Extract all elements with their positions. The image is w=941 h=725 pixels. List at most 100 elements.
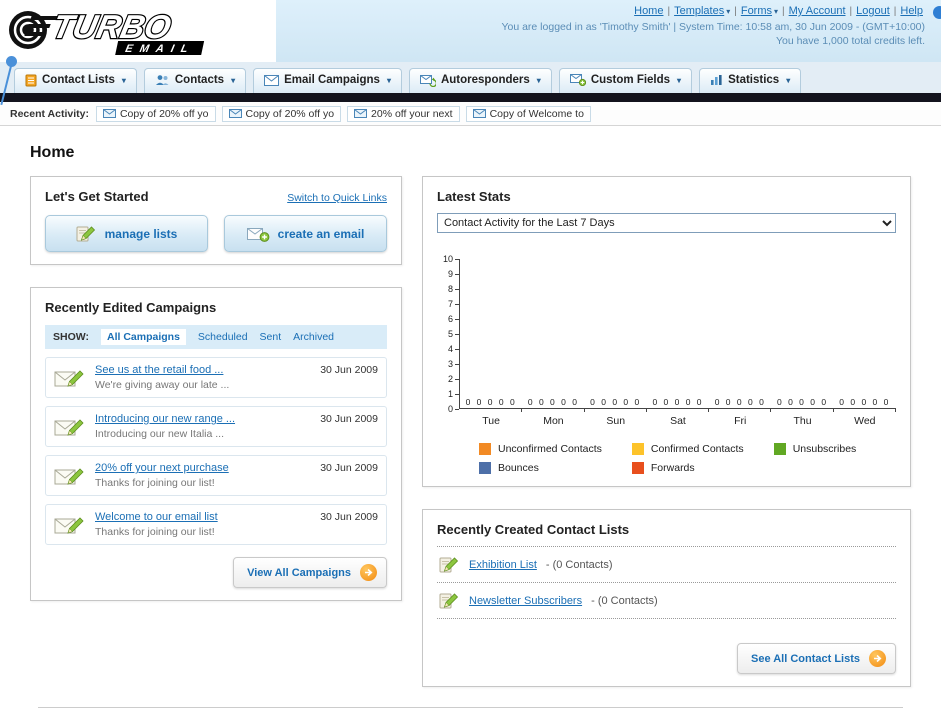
top-nav-templates[interactable]: Templates ▾ bbox=[674, 5, 730, 17]
filter-archived[interactable]: Archived bbox=[293, 331, 334, 343]
get-started-title: Let's Get Started bbox=[45, 189, 149, 204]
envelope-icon bbox=[472, 109, 486, 118]
login-info: You are logged in as 'Timothy Smith' | S… bbox=[501, 21, 925, 33]
recent-activity-item[interactable]: Copy of 20% off yo bbox=[95, 105, 216, 122]
top-nav-home[interactable]: Home bbox=[634, 5, 663, 17]
recent-activity-item[interactable]: Copy of Welcome to bbox=[465, 105, 591, 122]
campaign-subtitle: Introducing our new Italia ... bbox=[95, 428, 224, 440]
chevron-down-icon: ▾ bbox=[121, 75, 126, 85]
legend-label: Confirmed Contacts bbox=[650, 443, 744, 455]
recent-activity-label: Recent Activity: bbox=[10, 107, 89, 120]
campaign-title-link[interactable]: Welcome to our email list bbox=[95, 511, 311, 523]
legend-item: Bounces bbox=[479, 462, 602, 474]
chart-zero-values: 0 0 0 0 0 bbox=[714, 397, 766, 407]
chevron-down-icon: ▾ bbox=[726, 7, 731, 16]
decorative-corner-dot bbox=[933, 6, 941, 19]
y-axis-label: 6 bbox=[447, 314, 453, 324]
chart-zero-values: 0 0 0 0 0 bbox=[465, 397, 517, 407]
top-nav-forms[interactable]: Forms ▾ bbox=[741, 5, 778, 17]
chevron-down-icon: ▾ bbox=[386, 75, 391, 85]
recent-activity-item-label: Copy of 20% off yo bbox=[119, 107, 209, 120]
campaign-item-body: See us at the retail food ... We're givin… bbox=[95, 364, 311, 391]
latest-stats-panel: Latest Stats Contact Activity for the La… bbox=[422, 176, 911, 487]
view-all-campaigns-button[interactable]: View All Campaigns bbox=[233, 557, 387, 588]
filter-all-campaigns[interactable]: All Campaigns bbox=[100, 329, 186, 345]
top-nav-help[interactable]: Help bbox=[900, 5, 923, 17]
recent-activity-item-label: Copy of 20% off yo bbox=[245, 107, 335, 120]
y-axis-label: 0 bbox=[447, 404, 453, 414]
y-axis-label: 9 bbox=[447, 269, 453, 279]
chart-day-group: 0 0 0 0 0 bbox=[647, 259, 709, 408]
nav-separator: | bbox=[734, 6, 737, 17]
custom-fields-icon bbox=[569, 74, 586, 86]
legend-swatch bbox=[773, 443, 786, 455]
chart-day-group: 0 0 0 0 0 bbox=[771, 259, 833, 408]
campaign-list-item[interactable]: See us at the retail food ... We're givin… bbox=[45, 357, 387, 398]
arrow-right-icon bbox=[869, 650, 886, 667]
see-all-contact-lists-label: See All Contact Lists bbox=[750, 652, 860, 665]
chart-y-axis: 0 1 2 3 4 5 6 7 8 9 10 bbox=[437, 254, 459, 414]
x-axis-day-label: Sun bbox=[606, 415, 626, 427]
edit-envelope-icon bbox=[54, 413, 86, 438]
chart-zero-values: 0 0 0 0 0 bbox=[777, 397, 829, 407]
logo-text-turbo: TURBO bbox=[49, 9, 174, 46]
campaign-list-item[interactable]: 20% off your next purchase Thanks for joi… bbox=[45, 455, 387, 496]
y-axis-label: 2 bbox=[447, 374, 453, 384]
tab-custom-fields[interactable]: Custom Fields ▾ bbox=[558, 68, 693, 93]
tab-contact-lists[interactable]: Contact Lists ▾ bbox=[14, 68, 137, 93]
y-axis-tick bbox=[455, 409, 459, 410]
manage-lists-button[interactable]: manage lists bbox=[45, 215, 208, 252]
page: TURBO EMAIL Home | Templates ▾ | Forms ▾ | My Ac… bbox=[0, 0, 941, 725]
envelope-icon bbox=[354, 109, 368, 118]
stats-period-select[interactable]: Contact Activity for the Last 7 Days bbox=[437, 213, 896, 233]
campaign-list-item[interactable]: Introducing our new range ... Introducing… bbox=[45, 406, 387, 447]
contact-list-link[interactable]: Newsletter Subscribers bbox=[469, 595, 582, 607]
divider-bar bbox=[0, 93, 941, 102]
right-column: Latest Stats Contact Activity for the La… bbox=[422, 176, 911, 687]
contact-list-detail: - (0 Contacts) bbox=[545, 558, 613, 571]
left-column: Let's Get Started Switch to Quick Links … bbox=[30, 176, 402, 601]
filter-scheduled[interactable]: Scheduled bbox=[198, 331, 248, 343]
contact-list-link[interactable]: Exhibition List bbox=[469, 559, 537, 571]
legend-swatch bbox=[479, 462, 491, 474]
campaign-subtitle: We're giving away our late ... bbox=[95, 379, 230, 391]
contact-list-item: Exhibition List - (0 Contacts) bbox=[437, 547, 896, 583]
campaign-item-body: Welcome to our email list Thanks for join… bbox=[95, 511, 311, 538]
recent-activity-item[interactable]: 20% off your next bbox=[347, 105, 460, 122]
campaign-title-link[interactable]: Introducing our new range ... bbox=[95, 413, 311, 425]
chart-plot-area: 0 0 0 0 0 0 0 0 0 0 0 0 0 0 0 0 0 0 0 0 0 0 … bbox=[459, 259, 896, 409]
see-all-contact-lists-button[interactable]: See All Contact Lists bbox=[736, 643, 896, 674]
top-nav-logout[interactable]: Logout bbox=[856, 5, 890, 17]
nav-separator: | bbox=[667, 6, 671, 17]
filter-sent[interactable]: Sent bbox=[260, 331, 282, 343]
tab-contacts[interactable]: Contacts ▾ bbox=[143, 68, 247, 93]
top-nav-my-account[interactable]: My Account bbox=[789, 5, 846, 17]
email-campaigns-icon bbox=[264, 74, 280, 86]
recent-activity-item[interactable]: Copy of 20% off yo bbox=[221, 105, 342, 122]
campaign-item-body: 20% off your next purchase Thanks for joi… bbox=[95, 462, 311, 489]
page-title: Home bbox=[30, 144, 75, 161]
main-navigation: Contact Lists ▾ Contacts ▾ Email Campaigns ▾ A… bbox=[0, 62, 941, 93]
latest-stats-title: Latest Stats bbox=[437, 189, 511, 204]
legend-swatch bbox=[631, 462, 644, 474]
tab-autoresponders[interactable]: Autoresponders ▾ bbox=[408, 68, 552, 93]
switch-to-quick-links[interactable]: Switch to Quick Links bbox=[287, 192, 387, 204]
chevron-down-icon: ▾ bbox=[677, 75, 682, 85]
campaign-subtitle: Thanks for joining our list! bbox=[95, 526, 215, 538]
campaign-list-item[interactable]: Welcome to our email list Thanks for join… bbox=[45, 504, 387, 545]
tab-label: Contacts bbox=[174, 74, 225, 86]
edit-envelope-icon bbox=[54, 511, 86, 536]
logo-text-email: EMAIL bbox=[124, 43, 196, 55]
tab-email-campaigns[interactable]: Email Campaigns ▾ bbox=[253, 68, 402, 93]
y-axis-label: 4 bbox=[447, 344, 453, 354]
tab-statistics[interactable]: Statistics ▾ bbox=[699, 68, 802, 93]
campaign-title-link[interactable]: See us at the retail food ... bbox=[95, 364, 311, 376]
recently-created-contact-lists-panel: Recently Created Contact Lists Exhibitio… bbox=[422, 509, 911, 687]
campaigns-title: Recently Edited Campaigns bbox=[45, 300, 217, 315]
create-an-email-button[interactable]: create an email bbox=[224, 215, 387, 252]
chart-day-group: 0 0 0 0 0 bbox=[834, 259, 896, 408]
contact-lists-icon bbox=[25, 74, 37, 87]
get-started-panel: Let's Get Started Switch to Quick Links … bbox=[30, 176, 402, 265]
chart-zero-values: 0 0 0 0 0 bbox=[590, 397, 642, 407]
campaign-title-link[interactable]: 20% off your next purchase bbox=[95, 462, 311, 474]
